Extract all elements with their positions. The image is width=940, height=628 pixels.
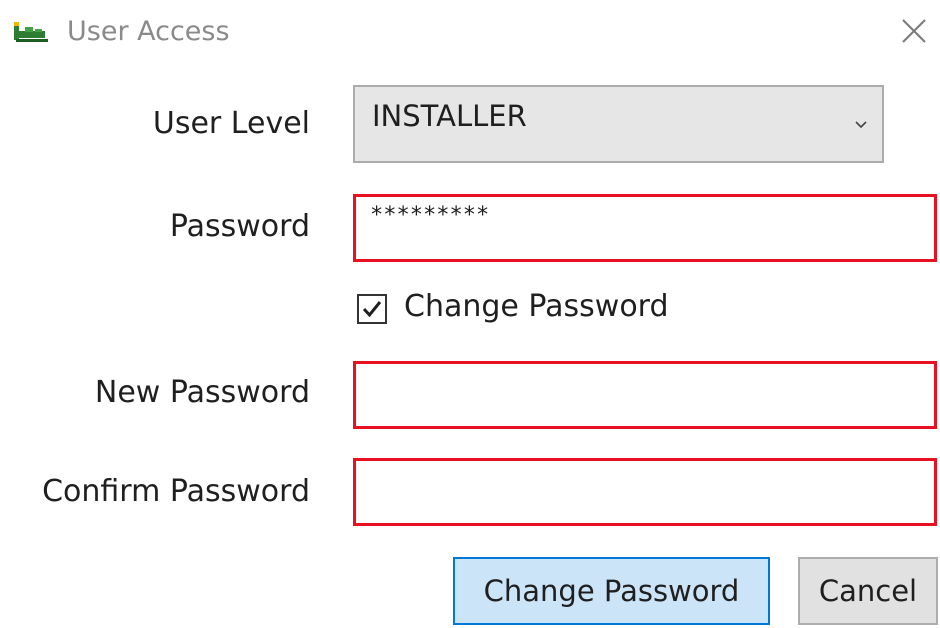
change-password-checkbox-label: Change Password xyxy=(404,289,669,324)
cancel-button[interactable]: Cancel xyxy=(798,557,938,625)
user-level-value: INSTALLER xyxy=(372,99,527,133)
checkbox-box[interactable] xyxy=(357,294,387,324)
app-icon xyxy=(13,20,51,44)
change-password-button[interactable]: Change Password xyxy=(453,557,770,625)
chevron-down-icon xyxy=(852,115,870,133)
window-title: User Access xyxy=(67,16,230,47)
user-access-dialog: User Access User Level INSTALLER Passwor… xyxy=(0,0,940,628)
close-button[interactable] xyxy=(892,10,936,54)
new-password-field[interactable] xyxy=(353,361,937,429)
user-level-label: User Level xyxy=(152,106,310,141)
checkmark-icon xyxy=(362,301,382,318)
password-value: ********* xyxy=(370,203,490,228)
close-icon xyxy=(892,19,936,58)
password-label: Password xyxy=(169,209,310,244)
password-field[interactable]: ********* xyxy=(353,194,937,262)
confirm-password-label: Confirm Password xyxy=(42,474,310,509)
user-level-select[interactable]: INSTALLER xyxy=(353,85,884,163)
new-password-label: New Password xyxy=(94,375,310,410)
confirm-password-field[interactable] xyxy=(353,458,937,526)
title-bar: User Access xyxy=(0,0,940,64)
